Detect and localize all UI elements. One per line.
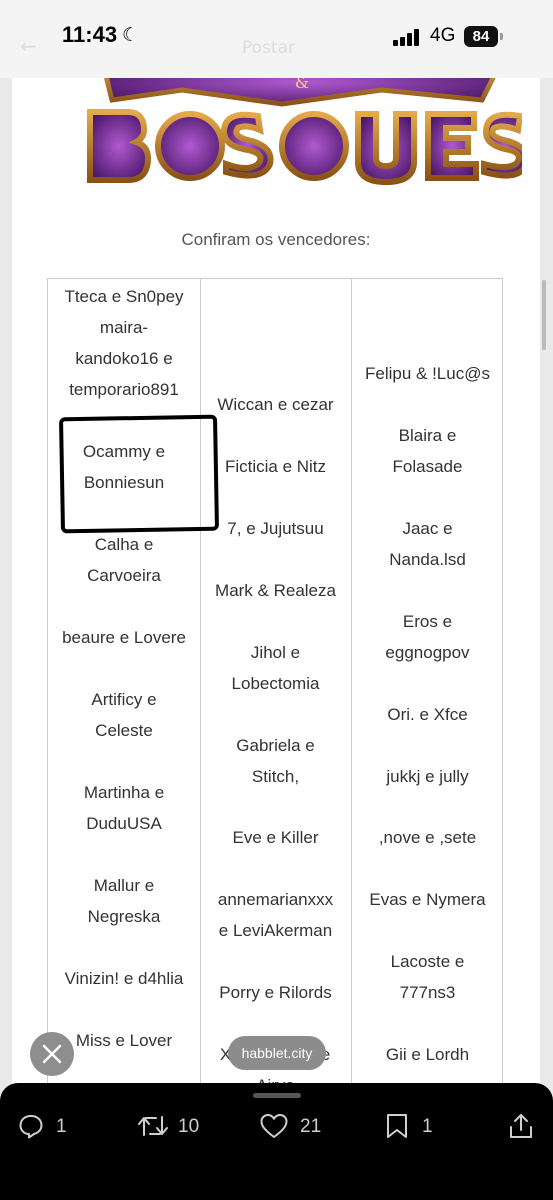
table-cell: jukkj e jully [386,767,469,786]
table-cell: Stitch, [251,767,300,786]
like-button[interactable]: 21 [260,1113,340,1143]
table-cell: Lobectomia [231,674,320,693]
winners-column-3: Felipu & !Luc@s Blaira e Folasade Jaac e… [352,279,503,1100]
signal-icon [393,29,423,46]
battery-tip [500,33,503,40]
heart-icon [260,1114,288,1138]
table-cell: Lacoste e [390,952,465,971]
share-icon [510,1114,532,1138]
table-cell: Gabriela e [236,736,315,755]
table-cell: Negreska [87,907,161,926]
table-cell: Bonniesun [83,473,165,492]
bookmark-button[interactable]: 1 [384,1113,444,1143]
clock: 11:43 [62,22,118,47]
table-cell: Mallur e [93,876,155,895]
table-cell: Ocammy e [82,442,166,461]
repost-count: 10 [178,1116,200,1137]
repost-button[interactable]: 10 [138,1113,218,1143]
post-image[interactable]: & Confiram os vencedores: Tteca e Sn0pey… [12,60,540,1100]
table-cell: Mark & Realeza [215,581,336,600]
table-cell: Porry e Rilords [219,983,332,1002]
table-cell: Ficticia e Nitz [224,457,327,476]
network-type: 4G [430,25,456,46]
like-count: 21 [300,1116,322,1137]
action-bar: 1 10 21 1 [0,1083,553,1200]
table-cell: Eve e Killer [232,828,319,847]
table-cell: annemarianxxx [217,890,334,909]
bookmark-count: 1 [422,1116,433,1137]
table-cell: e LeviAkerman [218,921,333,940]
table-cell: kandoko16 e [75,349,173,368]
winners-column-1: Tteca e Sn0pey maira- kandoko16 e tempor… [48,279,201,1100]
table-cell: DuduUSA [86,814,162,833]
table-cell: ,nove e ,sete [378,828,477,847]
repost-icon [138,1116,168,1136]
table-cell: Calha e [94,535,154,554]
table-cell: 777ns3 [399,983,456,1002]
reply-count: 1 [56,1116,67,1137]
table-cell: eggnogpov [385,643,470,662]
close-button[interactable] [30,1032,74,1076]
table-cell: temporario891 [69,380,179,399]
table-cell: Felipu & !Luc@s [365,364,490,383]
scrollbar[interactable] [542,280,546,350]
table-cell: Celeste [95,721,153,740]
table-cell: Jihol e [250,643,301,662]
table-cell: Artificy e [91,690,157,709]
table-cell: beaure e Lovere [62,628,186,647]
table-cell: Martinha e [83,783,165,802]
caption: Confiram os vencedores: [181,230,371,249]
share-button[interactable] [508,1113,536,1143]
back-arrow-icon[interactable]: ← [20,34,37,58]
table-cell: Wiccan e cezar [217,395,334,414]
table-cell: Blaira e [398,426,457,445]
battery-icon: 84 [464,26,498,47]
winners-column-2: Wiccan e cezar Ficticia e Nitz 7, e Juju… [200,279,352,1100]
reply-icon [19,1115,43,1139]
url-pill[interactable]: habblet.city [228,1036,326,1070]
table-cell: Eros e [402,612,453,631]
table-cell: maira- [99,318,149,337]
table-cell: Ori. e Xfce [387,705,468,724]
status-bar: ← Postar 11:43 ☾ 4G 84 [0,0,553,78]
moon-icon: ☾ [122,24,140,46]
close-icon [42,1044,62,1064]
nav-title: Postar [242,38,295,58]
bookmark-icon [387,1114,407,1138]
table-cell: Carvoeira [87,566,161,585]
table-cell: Folasade [392,457,463,476]
table-cell: Vinizin! e d4hlia [64,969,184,988]
table-cell: Tteca e Sn0pey [64,287,184,306]
drag-handle[interactable] [253,1093,301,1098]
event-logo: & [87,60,522,186]
table-cell: Nanda.lsd [389,550,466,569]
reply-button[interactable]: 1 [18,1113,78,1143]
table-cell: Evas e Nymera [369,890,486,909]
winners-table: Tteca e Sn0pey maira- kandoko16 e tempor… [47,278,503,1100]
table-cell: Gii e Lordh [385,1045,470,1064]
table-cell: 7, e Jujutsuu [227,519,324,538]
table-cell: Jaac e [402,519,453,538]
